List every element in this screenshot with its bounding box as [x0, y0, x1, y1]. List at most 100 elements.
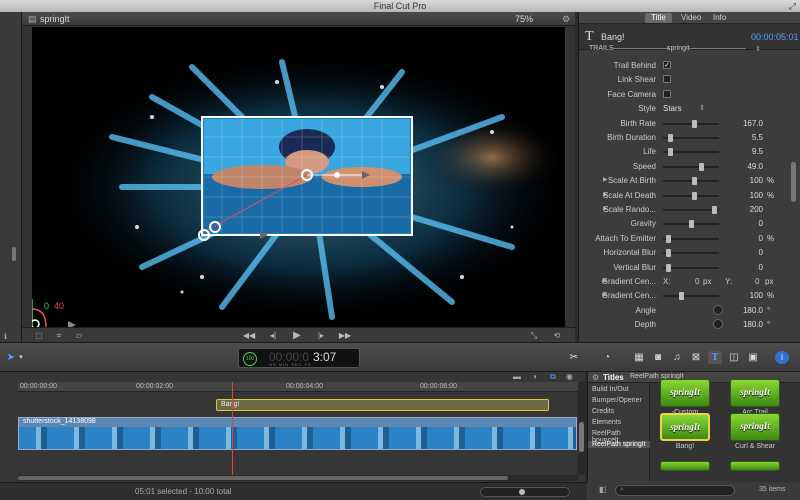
param-value[interactable]: 100	[750, 291, 763, 300]
next-edit-icon[interactable]: ▶▶	[338, 330, 352, 341]
param-slider-knob[interactable]	[691, 177, 697, 186]
param-slider-knob[interactable]	[699, 162, 705, 171]
snapping-icon[interactable]: ⧉	[550, 372, 556, 382]
solo-icon[interactable]: ◉	[566, 372, 573, 381]
fullscreen-playback-icon[interactable]: ⤡	[527, 330, 541, 341]
crop-icon[interactable]: ⌗	[52, 330, 66, 341]
param-slider-track[interactable]	[663, 266, 719, 269]
browser-search-input[interactable]: ⌕	[615, 485, 735, 496]
category-item[interactable]: ReelPath springIt	[588, 441, 650, 448]
param-value[interactable]: 200	[750, 205, 763, 214]
param-value[interactable]: 100	[750, 176, 763, 185]
param-dial[interactable]	[713, 319, 723, 330]
param-checkbox[interactable]: ✓	[663, 61, 671, 69]
param-slider-track[interactable]	[663, 165, 719, 168]
param-dial[interactable]	[713, 304, 723, 315]
chevron-updown-icon[interactable]: ⇕	[755, 45, 761, 53]
viewer-settings-icon[interactable]: ⚙	[562, 14, 570, 25]
param-y-value[interactable]: 0	[755, 277, 759, 286]
skimming-icon[interactable]: ◑	[532, 372, 537, 381]
speed-icon[interactable]: ◔	[600, 351, 614, 364]
play-button[interactable]: ▶	[290, 330, 304, 341]
transitions-browser-icon[interactable]: ⊠	[689, 351, 703, 364]
category-item[interactable]: Credits	[592, 408, 614, 415]
next-frame-icon[interactable]: |▸	[314, 330, 328, 341]
param-value[interactable]: 49.0	[747, 162, 763, 171]
transform-icon[interactable]: ⬚	[32, 330, 46, 341]
chevron-updown-icon[interactable]: ⇕	[699, 104, 705, 112]
param-slider-knob[interactable]	[665, 249, 671, 258]
generators-browser-icon[interactable]: ◫	[727, 351, 741, 364]
fullscreen-icon[interactable]: ⤢	[789, 0, 796, 12]
titles-browser-icon[interactable]: T	[708, 351, 722, 364]
param-value[interactable]: 5.5	[752, 133, 763, 142]
timeline-horizontal-scrollbar[interactable]	[18, 475, 578, 481]
category-item[interactable]: Bumper/Opener	[592, 397, 642, 404]
video-clip[interactable]: shutterstock_14138098	[18, 417, 577, 450]
inspector-scrollbar[interactable]	[791, 162, 796, 202]
title-thumbnail[interactable]	[730, 461, 780, 471]
effects-browser-icon[interactable]: ▦	[632, 351, 646, 364]
param-slider-track[interactable]	[663, 237, 719, 240]
themes-browser-icon[interactable]: ▣	[746, 351, 760, 364]
timeline-scrollbar[interactable]	[578, 382, 585, 475]
sidebar-toggle-icon[interactable]: ◧	[599, 485, 607, 494]
distort-icon[interactable]: ▱	[72, 330, 86, 341]
title-thumbnail[interactable]: springIt	[660, 413, 710, 441]
viewer-zoom[interactable]: 75%	[515, 14, 533, 24]
param-value[interactable]: 9.5	[752, 147, 763, 156]
title-thumbnail[interactable]: springIt	[730, 413, 780, 441]
music-browser-icon[interactable]: ♫	[670, 351, 684, 364]
param-slider-track[interactable]	[663, 295, 719, 298]
sidebar-scrollbar[interactable]	[12, 247, 16, 261]
title-thumbnail[interactable]: springIt	[730, 379, 780, 407]
param-value[interactable]: 0	[759, 248, 763, 257]
playhead[interactable]	[232, 382, 233, 475]
zoom-slider[interactable]	[480, 487, 570, 497]
previous-edit-icon[interactable]: ◀◀	[242, 330, 256, 341]
chevron-down-icon[interactable]: ▾	[14, 351, 28, 364]
tab-video[interactable]: Video	[675, 13, 707, 23]
disclosure-triangle-icon[interactable]: ▶	[603, 176, 608, 183]
title-thumbnail[interactable]	[660, 461, 710, 471]
param-slider-track[interactable]	[663, 252, 719, 255]
title-clip[interactable]: Bang!	[216, 399, 549, 411]
param-slider-knob[interactable]	[678, 292, 684, 301]
param-checkbox[interactable]	[663, 75, 671, 84]
param-value[interactable]: 180.0	[743, 306, 763, 315]
title-thumbnail[interactable]: springIt	[660, 379, 710, 407]
loop-icon[interactable]: ⟲	[550, 330, 564, 341]
param-slider-track[interactable]	[663, 209, 719, 211]
param-slider-knob[interactable]	[691, 119, 697, 128]
param-value[interactable]: 0	[759, 263, 763, 272]
param-slider-knob[interactable]	[668, 148, 674, 157]
previous-frame-icon[interactable]: ◂|	[266, 330, 280, 341]
audio-meter-icon[interactable]: ▬	[513, 372, 521, 381]
gear-icon[interactable]: ⚙	[592, 373, 599, 382]
timeline-panel[interactable]: ▬ ◑ ⧉ ◉ 00:00:00:00 00:00:02:00 00:00:04…	[0, 372, 585, 482]
tab-title[interactable]: Title	[645, 13, 672, 23]
param-slider-knob[interactable]	[668, 134, 674, 142]
group-preset-select[interactable]: springit————————	[667, 45, 746, 52]
param-select[interactable]: Stars	[663, 104, 682, 113]
param-slider-knob[interactable]	[665, 263, 671, 272]
timecode-display[interactable]: 100 00:00:0 3:07 HR MIN SEC FR	[238, 348, 360, 368]
param-value[interactable]: 167.0	[743, 119, 763, 128]
photo-browser-icon[interactable]: ◙	[651, 351, 665, 364]
category-item[interactable]: Elements	[592, 419, 621, 426]
viewer-canvas[interactable]: 0 40	[32, 27, 565, 327]
inspector-toggle-icon[interactable]: i	[775, 351, 789, 364]
category-item[interactable]: Build In/Out	[592, 386, 629, 393]
param-slider-knob[interactable]	[691, 191, 697, 200]
param-value[interactable]: 0	[759, 219, 763, 228]
param-slider-knob[interactable]	[689, 220, 694, 229]
param-slider-knob[interactable]	[712, 206, 718, 214]
param-x-value[interactable]: 0	[695, 277, 699, 286]
param-slider-knob[interactable]	[665, 234, 671, 243]
tab-info[interactable]: Info	[707, 13, 732, 23]
param-value[interactable]: 100	[750, 191, 763, 200]
param-value[interactable]: 180.0	[743, 320, 763, 329]
param-value[interactable]: 0	[759, 234, 763, 243]
info-icon[interactable]: ℹ	[4, 332, 7, 341]
timeline-ruler[interactable]: 00:00:00:00 00:00:02:00 00:00:04:00 00:0…	[18, 382, 578, 392]
